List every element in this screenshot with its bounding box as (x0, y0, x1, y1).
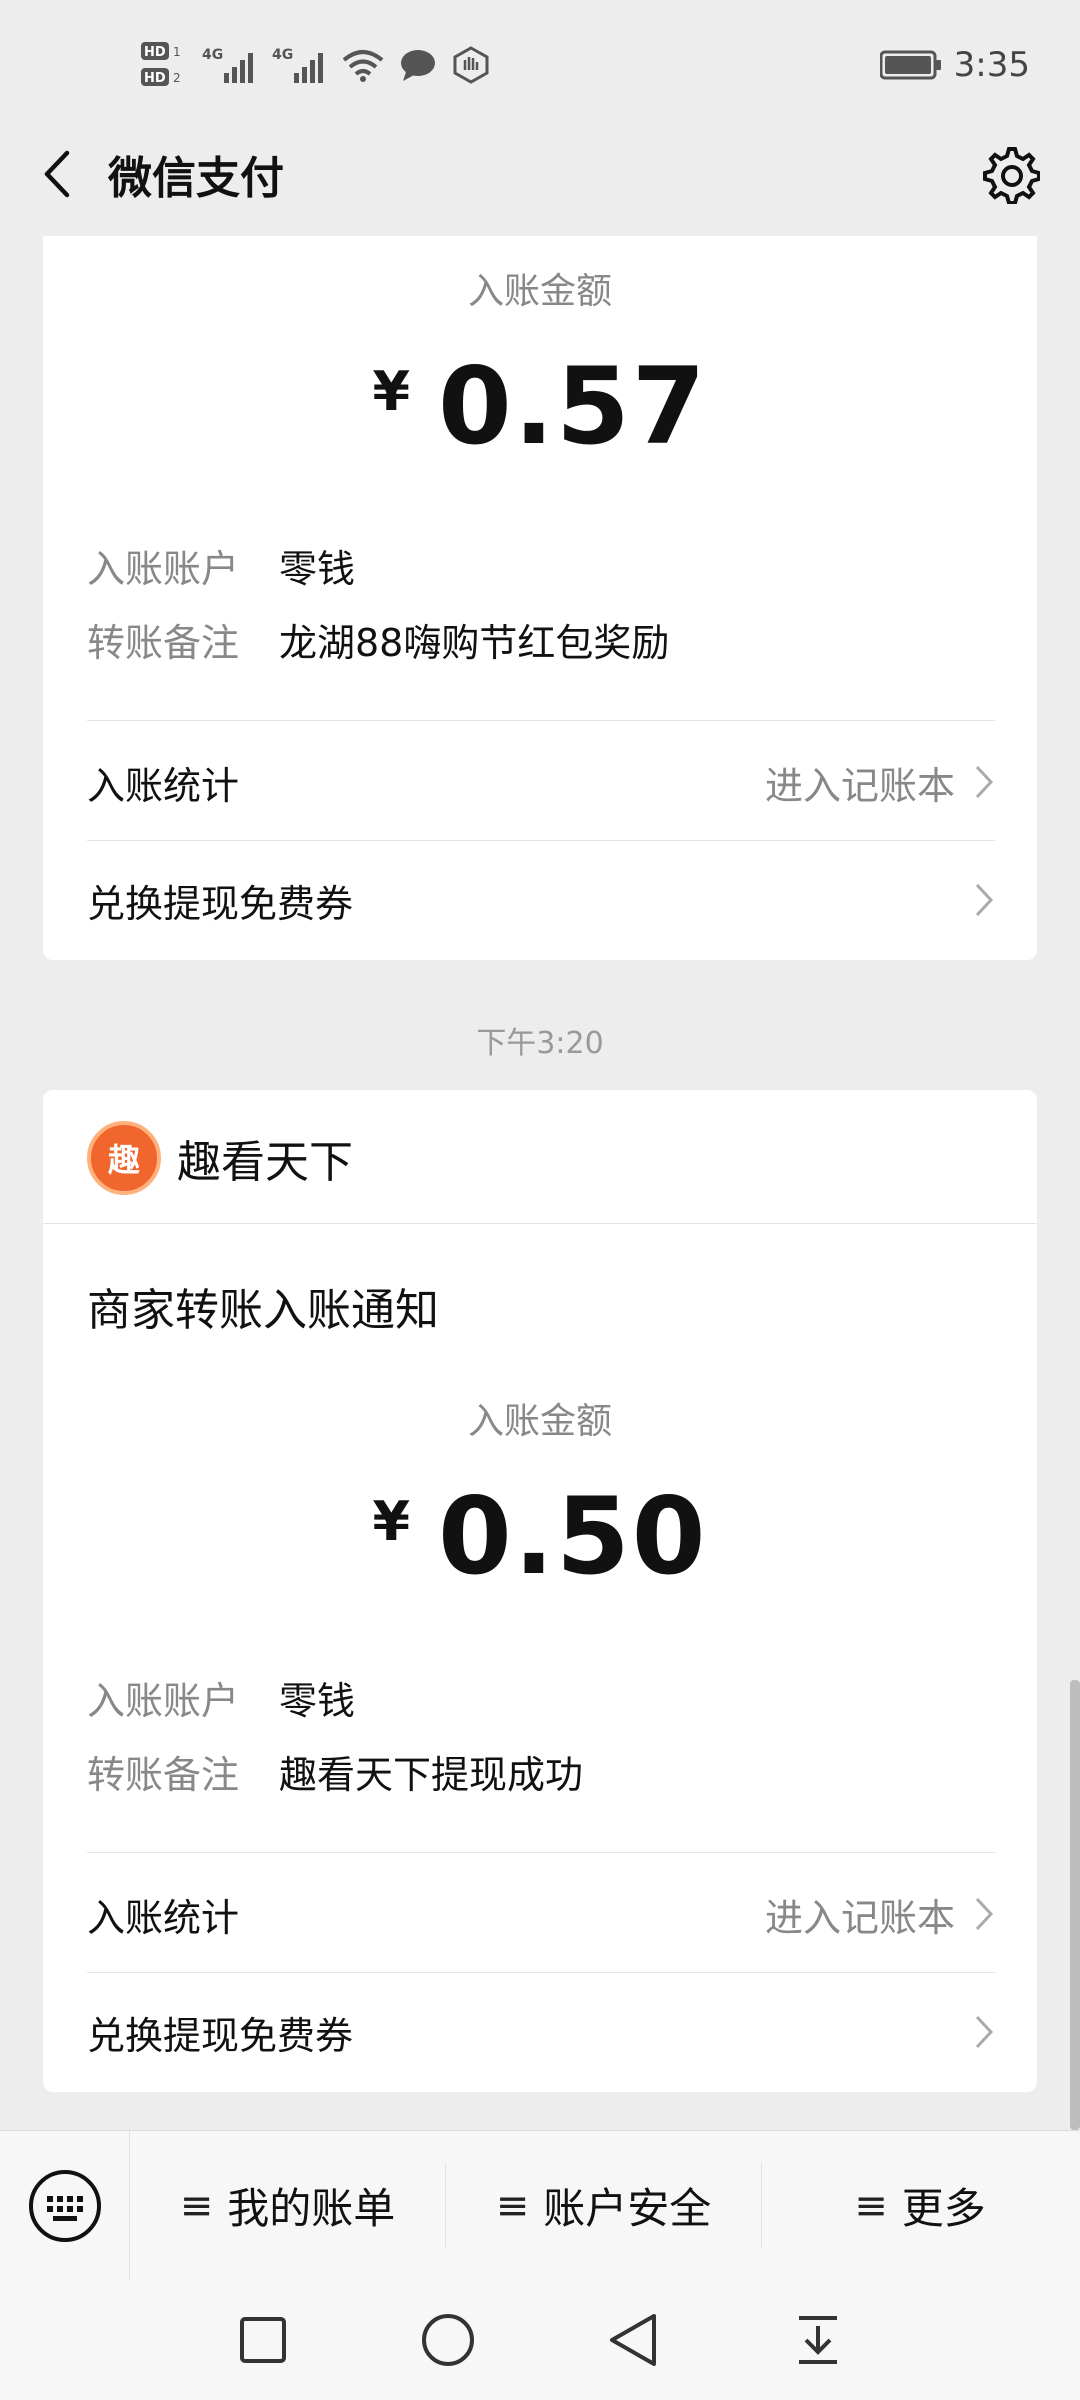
triangle-back-icon (609, 2314, 656, 2366)
menu-label: 账户安全 (543, 2184, 712, 2233)
merchant-logo: 趣 (87, 1121, 161, 1195)
status-bar: HD 1 HD 2 4G 4G 3:35 (0, 0, 1080, 130)
stats-label: 入账统计 (87, 763, 240, 808)
stats-label: 入账统计 (87, 1895, 240, 1940)
menu-my-bills[interactable]: ≡ 我的账单 (130, 2162, 446, 2249)
detail-key: 转账备注 (87, 1753, 240, 1797)
network-label-2: 4G (272, 47, 293, 63)
chevron-left-icon (44, 150, 70, 198)
currency-symbol: ¥ (372, 360, 411, 423)
merchant-logo-text: 趣 (107, 1141, 140, 1179)
network-label-1: 4G (202, 47, 223, 63)
system-nav-bar (0, 2280, 1080, 2400)
keyboard-icon (28, 2169, 101, 2242)
pull-down-icon (798, 2316, 837, 2364)
amount-value: 0.50 (438, 1475, 708, 1598)
chevron-right-icon (973, 1896, 995, 1932)
bottom-menu: ≡ 我的账单 ≡ 账户安全 ≡ 更多 (0, 2130, 1080, 2281)
divider (87, 1852, 995, 1853)
svg-text:HD: HD (144, 71, 166, 86)
detail-row-account: 入账账户 零钱 (87, 538, 355, 593)
back-nav-button[interactable] (593, 2300, 673, 2380)
chevron-right-icon (973, 2014, 995, 2050)
menu-account-security[interactable]: ≡ 账户安全 (446, 2162, 762, 2249)
battery-icon (879, 50, 942, 80)
recents-button[interactable] (223, 2300, 303, 2380)
detail-value: 零钱 (279, 547, 356, 591)
detail-row-note: 转账备注 龙湖88嗨购节红包奖励 (87, 612, 669, 667)
chevron-right-icon (973, 882, 995, 918)
gear-icon (983, 147, 1040, 204)
amount-row: ¥ 0.50 (43, 1484, 1037, 1590)
hd-icon: HD 1 HD 2 (140, 40, 186, 90)
settings-button[interactable] (970, 134, 1050, 214)
svg-text:HD: HD (144, 45, 166, 60)
page-title: 微信支付 (108, 153, 284, 204)
status-icons-left: HD 1 HD 2 4G 4G (140, 40, 490, 90)
circle-icon (421, 2314, 474, 2366)
detail-key: 入账账户 (87, 547, 240, 591)
amount-label: 入账金额 (467, 271, 612, 312)
detail-key: 入账账户 (87, 1679, 240, 1723)
status-icons-right: 3:35 (879, 45, 1030, 85)
back-button[interactable] (30, 144, 82, 204)
detail-value: 零钱 (279, 1679, 356, 1723)
chat-bubble-icon (400, 48, 436, 82)
message-timestamp: 下午3:20 (476, 1026, 604, 1061)
wifi-icon (342, 48, 384, 82)
chevron-right-icon (973, 764, 995, 800)
app-header: 微信支付 (0, 112, 1080, 236)
currency-symbol: ¥ (372, 1490, 411, 1553)
detail-row-note: 转账备注 趣看天下提现成功 (87, 1744, 583, 1799)
menu-label: 更多 (901, 2184, 986, 2233)
hamburger-icon: ≡ (854, 2182, 888, 2229)
ledger-link-text: 进入记账本 (764, 1895, 955, 1940)
detail-key: 转账备注 (87, 621, 240, 665)
notification-pull-button[interactable] (778, 2300, 858, 2380)
status-time: 3:35 (953, 45, 1030, 85)
transfer-card-2: 趣 趣看天下 商家转账入账通知 入账金额 ¥ 0.50 入账账户 零钱 转账备注… (43, 1090, 1037, 2092)
signal-icon: 4G (202, 45, 256, 85)
merchant-row[interactable]: 趣 趣看天下 (87, 1120, 353, 1196)
menu-label: 我的账单 (227, 2184, 396, 2233)
voucher-label: 兑换提现免费券 (87, 2013, 354, 2058)
square-icon (239, 2317, 286, 2363)
detail-value: 龙湖88嗨购节红包奖励 (279, 621, 670, 665)
amount-value: 0.57 (438, 345, 708, 468)
amount-label: 入账金额 (467, 1401, 612, 1442)
menu-more[interactable]: ≡ 更多 (762, 2163, 1078, 2249)
stats-link-row[interactable]: 入账统计 进入记账本 (87, 1855, 995, 1973)
detail-row-account: 入账账户 零钱 (87, 1670, 355, 1725)
keyboard-toggle-button[interactable] (0, 2130, 130, 2281)
voucher-link-row[interactable]: 兑换提现免费券 (87, 841, 995, 959)
merchant-name: 趣看天下 (177, 1137, 353, 1188)
hamburger-icon: ≡ (179, 2182, 214, 2229)
signal-icon-2: 4G (272, 45, 326, 85)
stats-link-row[interactable]: 入账统计 进入记账本 (87, 723, 995, 841)
hand-icon (452, 46, 490, 84)
scrollbar[interactable] (1070, 1680, 1080, 2130)
notification-title: 商家转账入账通知 (87, 1285, 439, 1336)
svg-text:2: 2 (173, 71, 181, 85)
divider (87, 720, 995, 721)
hamburger-icon: ≡ (495, 2182, 530, 2229)
ledger-link-text: 进入记账本 (764, 763, 955, 808)
voucher-label: 兑换提现免费券 (87, 881, 354, 926)
svg-text:1: 1 (173, 45, 181, 59)
divider (43, 1223, 1037, 1224)
transfer-card-1: 入账金额 ¥ 0.57 入账账户 零钱 转账备注 龙湖88嗨购节红包奖励 入账统… (43, 236, 1037, 960)
detail-value: 趣看天下提现成功 (279, 1753, 584, 1797)
amount-row: ¥ 0.57 (43, 354, 1037, 460)
home-button[interactable] (408, 2300, 488, 2380)
voucher-link-row[interactable]: 兑换提现免费券 (87, 1973, 995, 2091)
